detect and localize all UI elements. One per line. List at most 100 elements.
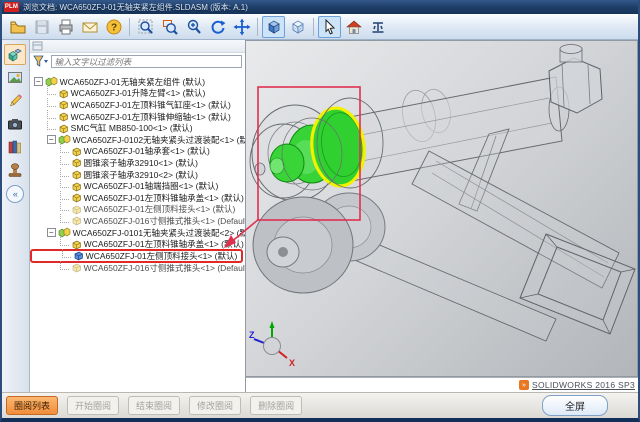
tree-connector	[60, 237, 69, 246]
part-icon	[58, 99, 69, 110]
plm-logo-icon: PLM	[4, 2, 19, 12]
markup-list-button[interactable]: 圈阅列表	[6, 396, 58, 415]
part-icon	[71, 146, 82, 157]
toolbar-separator	[257, 18, 258, 36]
part-icon	[71, 181, 82, 192]
print-icon[interactable]	[54, 16, 77, 38]
tree-connector	[60, 202, 69, 211]
wireframe-view-icon[interactable]	[286, 16, 309, 38]
tree-item-label: 圆锥滚子轴承32910<2> (默认)	[84, 169, 198, 181]
toolbar-separator	[129, 18, 130, 36]
expand-toggle[interactable]: −	[47, 228, 56, 237]
model-tree-icon[interactable]	[4, 44, 26, 65]
tree-connector	[62, 249, 71, 258]
tree-panel-header	[30, 40, 245, 53]
cad-model: Z X	[246, 41, 637, 377]
tree-item-label: WCA650ZFJ-0101无轴夹紧头过渡装配<2> (默认)	[73, 227, 246, 239]
tree-item-label: SMC气缸 MB850-100<1> (默认)	[71, 122, 193, 134]
tree-item-label: WCA650ZFJ-01左顶料锥伸缩轴<1> (默认)	[71, 111, 231, 123]
expand-toggle[interactable]: −	[34, 77, 43, 86]
part-icon	[71, 169, 82, 180]
tree-connector	[47, 121, 56, 130]
tree-item[interactable]: WCA650ZFJ-01升降左臂<1> (默认)	[30, 88, 245, 100]
delete-markup-button: 删除圈阅	[250, 396, 302, 415]
tree-item-label: 圆锥滚子轴承32910<1> (默认)	[84, 157, 198, 169]
end-markup-button: 结束圈阅	[128, 396, 180, 415]
tree-item[interactable]: SMC气缸 MB850-100<1> (默认)	[30, 122, 245, 134]
tree-item-label: WCA650ZFJ-01左顶料锥轴承盖<1> (默认)	[84, 192, 244, 204]
zoom-area-icon[interactable]	[158, 16, 181, 38]
send-email-icon[interactable]	[78, 16, 101, 38]
save-icon	[30, 16, 53, 38]
triad-z-label: Z	[249, 330, 255, 340]
tree-connector	[60, 168, 69, 177]
stamp-icon[interactable]	[4, 159, 26, 180]
tree-item[interactable]: WCA650ZFJ-016寸侧推式推头<1> (Default)	[30, 215, 245, 227]
select-arrow-icon[interactable]	[318, 16, 341, 38]
tree-connector	[47, 98, 56, 107]
viewport-column: Z X » SOLIDWORKS 2016 SP3	[246, 40, 638, 392]
filter-input[interactable]	[51, 55, 242, 68]
triad-x-label: X	[289, 358, 295, 368]
rotate-icon[interactable]	[206, 16, 229, 38]
part-icon	[71, 215, 82, 226]
title-bar: PLM 浏览文档: WCA650ZFJ-01无轴夹紧左组件.SLDASM (版本…	[2, 0, 638, 14]
tree-item[interactable]: − WCA650ZFJ-01无轴夹紧左组件 (默认)	[30, 76, 245, 88]
tree-item-label: WCA650ZFJ-01轴端挡圈<1> (默认)	[84, 180, 219, 192]
part-icon	[58, 111, 69, 122]
svg-text:?: ?	[110, 22, 116, 33]
tree-item[interactable]: WCA650ZFJ-016寸侧推式推头<1> (Default)	[30, 262, 245, 274]
pan-icon[interactable]	[230, 16, 253, 38]
application-window: PLM 浏览文档: WCA650ZFJ-01无轴夹紧左组件.SLDASM (版本…	[0, 0, 640, 422]
part-icon	[71, 262, 82, 273]
tree-connector	[47, 110, 56, 119]
collapse-panel-icon[interactable]: «	[6, 185, 24, 203]
tree-item-label: WCA650ZFJ-01左顶料锥气缸座<1> (默认)	[71, 99, 231, 111]
zoom-fit-icon[interactable]	[134, 16, 157, 38]
part-icon	[58, 123, 69, 134]
part-icon	[71, 192, 82, 203]
expand-toggle[interactable]: −	[47, 135, 56, 144]
bottom-bar: 圈阅列表开始圈阅结束圈阅修改圈阅删除圈阅 全屏	[2, 392, 638, 418]
tree-options-icon[interactable]	[32, 41, 44, 52]
3d-viewport[interactable]: Z X	[246, 40, 638, 377]
help-icon[interactable]: ?	[102, 16, 125, 38]
solidworks-logo-icon: »	[519, 380, 529, 390]
start-markup-button: 开始圈阅	[67, 396, 119, 415]
part-icon	[71, 204, 82, 215]
component-tree: − WCA650ZFJ-01无轴夹紧左组件 (默认)WCA650ZFJ-01升降左…	[30, 70, 245, 274]
fullscreen-button[interactable]: 全屏	[542, 395, 608, 416]
image-icon[interactable]	[4, 67, 26, 88]
part-icon	[71, 239, 82, 250]
measure-icon[interactable]	[366, 16, 389, 38]
tree-item-label: WCA650ZFJ-0102无轴夹紧头过渡装配<1> (默认)	[73, 134, 246, 146]
window-title: 浏览文档: WCA650ZFJ-01无轴夹紧左组件.SLDASM (版本: A.…	[23, 2, 248, 13]
tree-item[interactable]: WCA650ZFJ-01左顶料锥气缸座<1> (默认)	[30, 99, 245, 111]
tree-connector	[60, 261, 69, 270]
books-icon[interactable]	[4, 136, 26, 157]
main-toolbar: ?	[2, 14, 638, 40]
tree-connector	[60, 156, 69, 165]
filter-row	[30, 53, 245, 70]
tree-item-label: WCA650ZFJ-016寸侧推式推头<1> (Default)	[84, 262, 246, 274]
main-area: « − WCA650ZFJ-01无轴夹紧左组件 (默认)WCA650ZFJ-01升…	[2, 40, 638, 392]
orientation-triad: Z X	[249, 321, 295, 368]
tree-item-label: WCA650ZFJ-01升降左臂<1> (默认)	[71, 87, 206, 99]
open-icon[interactable]	[6, 16, 29, 38]
tree-connector	[60, 214, 69, 223]
tree-item-label: WCA650ZFJ-01无轴夹紧左组件 (默认)	[60, 76, 205, 88]
pencil-icon[interactable]	[4, 90, 26, 111]
shaded-view-icon[interactable]	[262, 16, 285, 38]
filter-funnel-icon[interactable]	[33, 55, 49, 68]
tree-item-label: WCA650ZFJ-01左侧顶料接头<1> (默认)	[86, 250, 238, 262]
solidworks-version-link[interactable]: SOLIDWORKS 2016 SP3	[532, 380, 635, 390]
side-toolbar: «	[2, 40, 30, 392]
tree-item-label: WCA650ZFJ-01轴承套<1> (默认)	[84, 145, 210, 157]
tree-item-label: WCA650ZFJ-01左顶料锥轴承盖<1> (默认)	[84, 238, 244, 250]
tree-item[interactable]: WCA650ZFJ-01左顶料锥伸缩轴<1> (默认)	[30, 111, 245, 123]
zoom-inout-icon[interactable]	[182, 16, 205, 38]
tree-item-label: WCA650ZFJ-016寸侧推式推头<1> (Default)	[84, 215, 246, 227]
home-view-icon[interactable]	[342, 16, 365, 38]
toolbar-separator	[313, 18, 314, 36]
camera-icon[interactable]	[4, 113, 26, 134]
